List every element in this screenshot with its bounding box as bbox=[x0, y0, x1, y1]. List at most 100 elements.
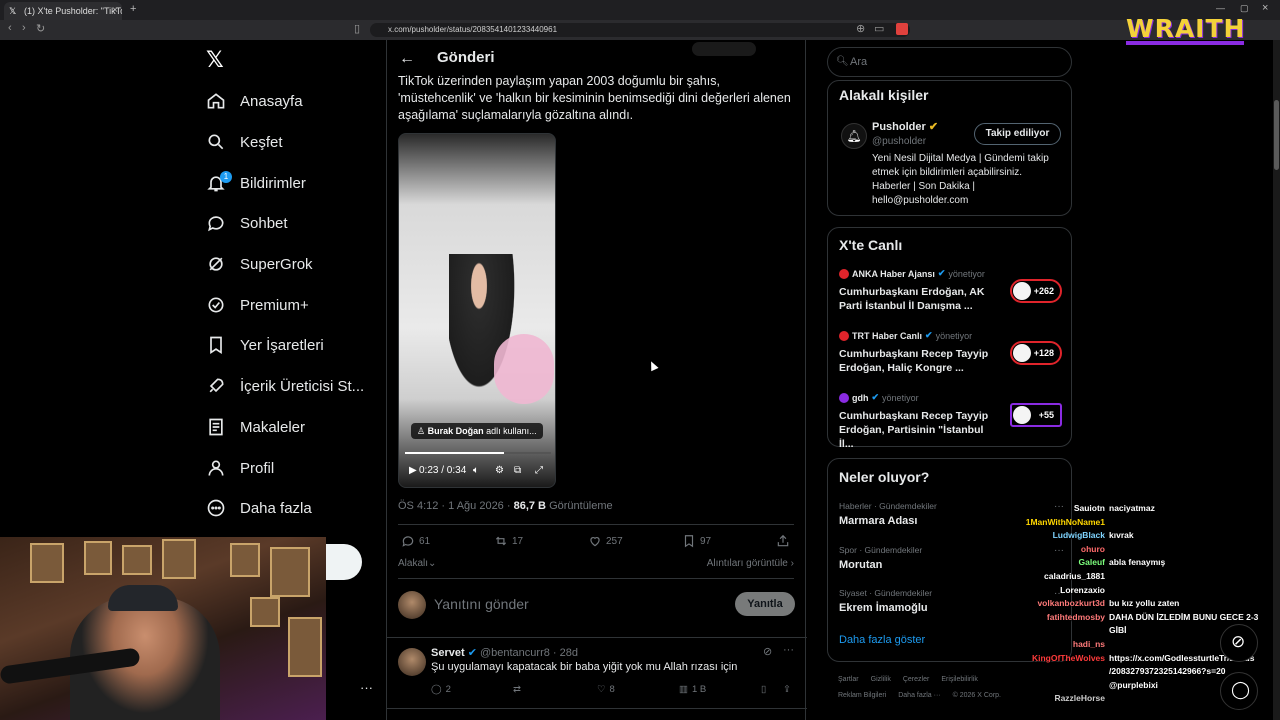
reply-button[interactable]: Yanıtla bbox=[735, 592, 795, 616]
close-tab-icon[interactable]: × bbox=[112, 2, 118, 20]
back-arrow-icon[interactable]: ‹ bbox=[8, 22, 12, 34]
following-button[interactable]: Takip ediliyor bbox=[974, 123, 1061, 145]
comment-more-icon[interactable]: ··· bbox=[783, 644, 794, 656]
sort-dropdown[interactable]: Alakalı⌄ bbox=[398, 558, 436, 569]
footer-link[interactable]: Gizlilik bbox=[871, 676, 891, 683]
pip-icon[interactable]: ⧉ bbox=[514, 465, 521, 476]
home-icon bbox=[206, 91, 226, 111]
nav-item-home[interactable]: Anasayfa bbox=[206, 87, 303, 115]
nav-item-grok[interactable]: SuperGrok bbox=[206, 250, 313, 278]
video-progress-bar[interactable] bbox=[405, 452, 551, 454]
comment-avatar[interactable] bbox=[398, 648, 426, 676]
live-listeners-pill[interactable]: +128 bbox=[1010, 341, 1062, 365]
live-item[interactable]: gdh ✔ yönetiyor Cumhurbaşkanı Recep Tayyip … bbox=[839, 392, 1064, 451]
reload-icon[interactable]: ↻ bbox=[36, 22, 45, 35]
nav-item-rocket[interactable]: İçerik Üreticisi St... bbox=[206, 372, 364, 400]
related-name[interactable]: Pusholder ✔ bbox=[872, 120, 938, 133]
divider bbox=[387, 637, 807, 638]
post-actions: 61 17 257 97 bbox=[398, 534, 794, 550]
nav-item-more[interactable]: Daha fazla bbox=[206, 494, 312, 522]
maximize-icon[interactable]: ▢ bbox=[1240, 3, 1249, 14]
chat-text: GİBİ bbox=[1109, 625, 1127, 636]
footer-link[interactable]: Şartlar bbox=[838, 676, 859, 683]
grok-fab[interactable]: ⊘ bbox=[1220, 624, 1258, 662]
reply-action[interactable]: 61 bbox=[401, 534, 430, 548]
forward-arrow-icon[interactable]: › bbox=[22, 22, 26, 34]
post-time[interactable]: ÖS 4:12 · 1 Ağu 2026 · bbox=[398, 500, 514, 512]
wall-frame bbox=[122, 545, 152, 575]
comment-share-action[interactable]: ⇪ bbox=[783, 684, 791, 695]
nav-item-label: SuperGrok bbox=[240, 255, 313, 273]
messages-fab[interactable]: ◯ bbox=[1220, 672, 1258, 710]
comment-reply-action[interactable]: ◯ 2 bbox=[431, 684, 451, 695]
like-action[interactable]: 257 bbox=[588, 534, 623, 548]
pusholder-avatar[interactable]: 🔔︎ bbox=[841, 123, 867, 149]
post-button[interactable] bbox=[326, 544, 362, 580]
divider bbox=[398, 524, 794, 525]
streamer-cap bbox=[108, 585, 178, 611]
show-more-link[interactable]: Daha fazla göster bbox=[839, 634, 925, 646]
page-title: Gönderi bbox=[437, 49, 495, 66]
footer-link[interactable]: Daha fazla ··· bbox=[898, 692, 940, 699]
nav-item-chat[interactable]: Sohbet bbox=[206, 209, 288, 237]
footer-link[interactable]: Çerezler bbox=[903, 676, 929, 683]
view-quotes-link[interactable]: Alıntıları görüntüle › bbox=[707, 558, 794, 569]
video-tag-label[interactable]: ♙ Burak Doğan adlı kullanı... bbox=[411, 423, 543, 439]
new-tab-icon[interactable]: + bbox=[130, 3, 136, 15]
footer-link[interactable]: © 2026 X Corp. bbox=[953, 692, 1001, 699]
comment-views[interactable]: ▥ 1 B bbox=[679, 684, 706, 695]
reply-icon bbox=[402, 536, 414, 547]
volume-icon[interactable]: 🔈︎ bbox=[473, 465, 479, 476]
new-posts-pill[interactable] bbox=[692, 42, 756, 56]
account-more-icon[interactable]: ··· bbox=[360, 680, 373, 695]
chat-text: naciyatmaz bbox=[1109, 503, 1155, 513]
nav-item-bookmark[interactable]: Yer İşaretleri bbox=[206, 331, 324, 359]
reply-input[interactable]: Yanıtını gönder bbox=[434, 596, 529, 612]
footer-link[interactable]: Erişilebilirlik bbox=[941, 676, 978, 683]
live-item[interactable]: TRT Haber Canlı ✔ yönetiyor Cumhurbaşkanı R… bbox=[839, 330, 1064, 375]
comment-like-action[interactable]: ♡ 8 bbox=[597, 684, 615, 695]
bookmark-action[interactable]: 97 bbox=[682, 534, 711, 548]
minimize-icon[interactable]: — bbox=[1216, 3, 1225, 13]
comment-bookmark-action[interactable]: ▯ bbox=[761, 684, 766, 695]
nav-item-bell[interactable]: 1 Bildirimler bbox=[206, 169, 306, 197]
nav-item-search[interactable]: Keşfet bbox=[206, 128, 283, 156]
play-icon[interactable]: ▶ bbox=[409, 465, 417, 476]
settings-icon[interactable]: ⚙ bbox=[495, 465, 504, 476]
comment-author[interactable]: Servet bbox=[431, 647, 465, 659]
extension-icon[interactable] bbox=[896, 23, 908, 35]
page-scrollbar[interactable] bbox=[1273, 40, 1280, 720]
live-listeners-pill[interactable]: +55 bbox=[1010, 403, 1062, 427]
footer-link[interactable]: Reklam Bilgileri bbox=[838, 692, 886, 699]
post-video[interactable]: ♙ Burak Doğan adlı kullanı... ▶ 0:23 / 0… bbox=[398, 133, 556, 488]
fullscreen-icon[interactable]: ⤢ bbox=[535, 465, 543, 476]
search-icon: 🔍︎ bbox=[836, 56, 849, 67]
video-progress-fill bbox=[405, 452, 505, 454]
comment-repost-action[interactable]: ⇄ bbox=[513, 684, 521, 695]
comment-view-count: 1 B bbox=[691, 684, 707, 695]
screen-icon[interactable]: ▭ bbox=[874, 22, 884, 35]
browser-tab[interactable]: 𝕏 (1) X'te Pusholder: "TikTok üzeri × bbox=[4, 2, 122, 20]
scrollbar-thumb[interactable] bbox=[1274, 100, 1279, 170]
share-icon bbox=[777, 534, 789, 547]
search-input[interactable]: 🔍︎ Ara bbox=[827, 47, 1072, 77]
x-logo-icon[interactable]: 𝕏 bbox=[206, 48, 224, 73]
back-arrow-icon[interactable]: ← bbox=[399, 50, 415, 68]
grok-icon[interactable]: ⊘ bbox=[763, 645, 772, 658]
live-listeners-pill[interactable]: +262 bbox=[1010, 279, 1062, 303]
nav-item-article[interactable]: Makaleler bbox=[206, 413, 305, 441]
url-field[interactable]: x.com/pusholder/status/20835414012334409… bbox=[370, 23, 910, 37]
zoom-icon[interactable]: ⊕ bbox=[856, 22, 865, 35]
video-time: 0:23 / 0:34 bbox=[419, 465, 467, 476]
share-action[interactable] bbox=[776, 534, 790, 548]
nav-item-premium[interactable]: Premium+ bbox=[206, 291, 309, 319]
user-icon bbox=[206, 458, 226, 478]
close-window-icon[interactable]: × bbox=[1262, 2, 1268, 14]
repost-action[interactable]: 17 bbox=[494, 534, 523, 548]
x-favicon-icon: 𝕏 bbox=[9, 6, 17, 16]
avatar[interactable] bbox=[398, 591, 426, 619]
bookmark-page-icon[interactable]: ▯ bbox=[354, 22, 360, 35]
live-item[interactable]: ANKA Haber Ajansı ✔ yönetiyor Cumhurbaşkanı… bbox=[839, 268, 1064, 313]
reply-sort-row: Alakalı⌄ Alıntıları görüntüle › bbox=[398, 558, 794, 569]
nav-item-user[interactable]: Profil bbox=[206, 454, 274, 482]
